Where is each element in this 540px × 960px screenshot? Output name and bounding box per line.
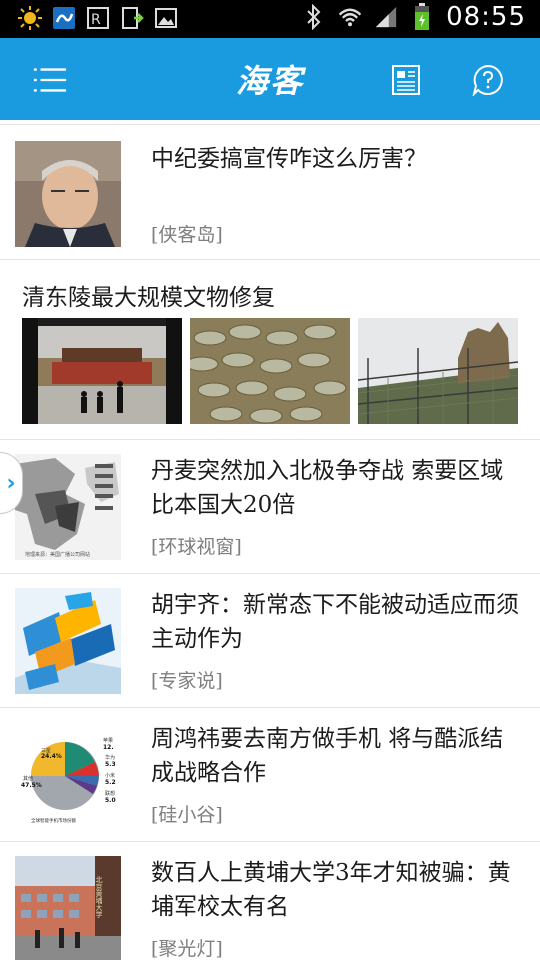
newspaper-icon — [392, 65, 420, 95]
download-icon — [120, 6, 144, 30]
news-source: [环球视窗] — [151, 536, 242, 558]
notification-icons: R — [18, 6, 178, 30]
news-headline: 周鸿祎要去南方做手机 将与酷派结成战略合作 — [151, 726, 504, 786]
news-item[interactable]: 地理来源：美国广播公司网站 丹麦突然加入北极争夺战 索要区域比本国大20倍 [环… — [0, 440, 540, 574]
signal-icon — [374, 5, 398, 29]
gate-sign: 北京黄埔大学 — [95, 876, 103, 918]
news-headline: 胡宇齐：新常态下不能被动适应而须主动作为 — [151, 592, 519, 652]
news-thumbnail: 三星 24.4% 其他 47.5% 苹果 12. 华为 5.3 小米 5.2 联… — [15, 722, 121, 828]
pie-label: 5.2 — [105, 779, 116, 786]
help-button[interactable] — [470, 62, 506, 98]
news-item[interactable]: 中纪委搞宣传咋这么厉害？ [侠客岛] — [0, 124, 540, 260]
app-header: 海客 — [0, 38, 540, 120]
map-caption: 地理来源：美国广播公司网站 — [25, 551, 90, 558]
wifi-icon — [338, 5, 362, 29]
news-thumbnail: 地理来源：美国广播公司网站 — [15, 454, 121, 560]
pie-label: 联想 — [105, 790, 115, 797]
system-icons: 08:55 — [302, 2, 526, 32]
news-source: [聚光灯] — [151, 938, 223, 960]
gallery-image — [190, 318, 350, 424]
news-thumbnail — [15, 588, 121, 694]
news-source: [硅小谷] — [151, 804, 223, 826]
news-button[interactable] — [388, 62, 424, 98]
news-thumbnail: 北京黄埔大学 — [15, 856, 121, 960]
svg-text:R: R — [91, 12, 101, 28]
app-icon — [52, 6, 76, 30]
news-item[interactable]: 三星 24.4% 其他 47.5% 苹果 12. 华为 5.3 小米 5.2 联… — [0, 708, 540, 842]
news-headline: 数百人上黄埔大学3年才知被骗：黄埔军校太有名 — [151, 860, 511, 920]
news-item[interactable]: 北京黄埔大学 数百人上黄埔大学3年才知被骗：黄埔军校太有名 [聚光灯] — [0, 842, 540, 960]
pie-label: 小米 — [105, 772, 115, 779]
battery-icon — [410, 3, 434, 30]
sun-icon — [18, 6, 42, 30]
news-item[interactable]: 胡宇齐：新常态下不能被动适应而须主动作为 [专家说] — [0, 574, 540, 708]
clock: 08:55 — [446, 2, 526, 32]
help-icon — [472, 64, 503, 96]
news-thumbnail — [15, 141, 121, 247]
bluetooth-icon — [302, 4, 326, 30]
pie-label: 24.4% — [41, 753, 62, 760]
text-icon: R — [86, 6, 110, 30]
gallery-image — [358, 318, 518, 424]
app-title: 海客 — [235, 62, 304, 100]
pie-label: 苹果 — [103, 737, 113, 744]
pie-label: 其他 — [23, 775, 33, 782]
gallery-image — [22, 318, 182, 424]
news-headline: 丹麦突然加入北极争夺战 索要区域比本国大20倍 — [151, 458, 504, 518]
status-bar: R 08:55 — [0, 0, 540, 38]
gallery-title: 清东陵最大规模文物修复 — [22, 285, 275, 311]
news-source: [侠客岛] — [151, 224, 223, 246]
news-headline: 中纪委搞宣传咋这么厉害？ — [151, 146, 427, 172]
pie-caption: 全球智能手机市场份额 — [31, 817, 76, 824]
chevron-right-icon: › — [6, 470, 16, 496]
news-source: [专家说] — [151, 670, 223, 692]
image-icon — [154, 6, 178, 30]
pie-label: 5.3 — [105, 761, 116, 768]
pie-label: 华为 — [105, 754, 115, 761]
news-feed: 中纪委搞宣传咋这么厉害？ [侠客岛] 清东陵最大规模文物修复 地理来源：美国广播… — [0, 120, 540, 960]
pie-label: 12. — [103, 744, 114, 751]
pie-label: 47.5% — [21, 782, 42, 789]
pie-label: 5.0 — [105, 797, 116, 804]
gallery-item[interactable]: 清东陵最大规模文物修复 — [0, 260, 540, 440]
